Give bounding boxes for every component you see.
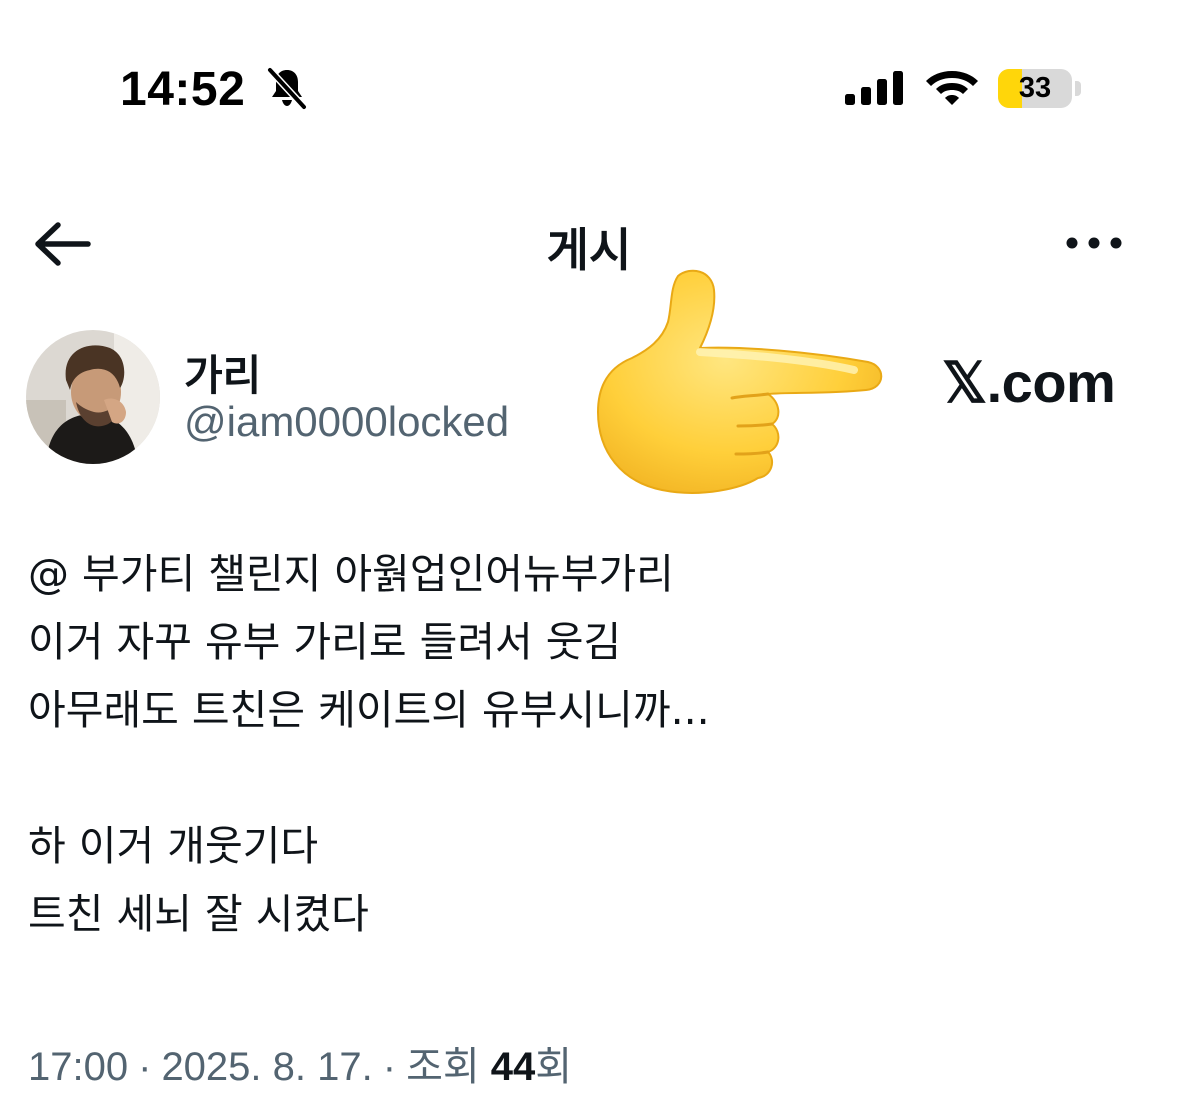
more-horizontal-icon[interactable] (1062, 230, 1126, 256)
post-line: @ 부가티 챌린지 아웕업인어뉴부가리 (28, 550, 674, 598)
status-time: 14:52 (120, 63, 246, 116)
post-line: 트친 세뇌 잘 시켰다 (28, 890, 369, 938)
views-count[interactable]: 44 (491, 1045, 536, 1089)
avatar-photo (26, 330, 160, 464)
post-metadata: 17:00 · 2025. 8. 17. · 조회 44회 (28, 1034, 572, 1092)
post-date[interactable]: 2025. 8. 17. (161, 1045, 372, 1089)
battery-icon: 33 (998, 69, 1072, 108)
battery-percentage: 33 (1018, 72, 1052, 104)
post-line: 하 이거 개웃기다 (28, 822, 319, 870)
views-suffix: 회 (535, 1045, 573, 1089)
cellular-signal-icon (845, 71, 903, 105)
user-handle[interactable]: @iam0000locked (184, 398, 509, 446)
status-bar: 14:52 33 (0, 0, 1178, 180)
post-time[interactable]: 17:00 (28, 1045, 128, 1089)
avatar[interactable] (26, 330, 160, 464)
post-line: 이거 자꾸 유부 가리로 들려서 웃김 (28, 618, 622, 666)
separator: · (382, 1045, 397, 1089)
post-line: 아무래도 트친은 케이트의 유부시니까... (28, 686, 710, 734)
display-name[interactable]: 가리 (184, 342, 261, 403)
post-detail-screen: 14:52 33 게시 가리 @iam0000locked 𝕏.com @ 부가… (0, 0, 1178, 1106)
wifi-icon (926, 71, 978, 105)
page-title: 게시 (546, 223, 632, 277)
battery-cap (1075, 81, 1081, 96)
views-label: 조회 (406, 1045, 480, 1089)
pointing-hand-icon (596, 269, 883, 494)
bell-slash-icon (266, 66, 308, 110)
watermark-text: 𝕏.com (942, 351, 1116, 414)
post-text: @ 부가티 챌린지 아웕업인어뉴부가리 이거 자꾸 유부 가리로 들려서 웃김 … (28, 540, 1148, 948)
separator: · (138, 1045, 152, 1089)
